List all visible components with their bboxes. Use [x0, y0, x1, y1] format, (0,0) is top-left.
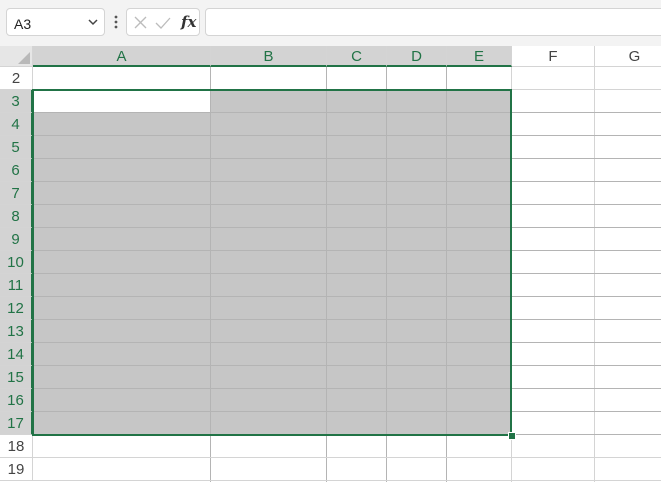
fill-handle[interactable]	[508, 432, 516, 440]
row-header-9[interactable]: 9	[0, 228, 33, 251]
column-header-b[interactable]: B	[211, 46, 327, 67]
spreadsheet-app: A3 fx ABCDEFG 2 3 4 5 6 7 8 9 10 11 12 13	[0, 0, 661, 482]
column-header-f[interactable]: F	[512, 46, 595, 67]
name-box-value: A3	[14, 16, 32, 32]
row-header-6[interactable]: 6	[0, 159, 33, 182]
select-all-icon	[18, 52, 30, 64]
row-header-4[interactable]: 4	[0, 113, 33, 136]
select-all-button[interactable]	[0, 46, 33, 67]
row-header-18[interactable]: 18	[0, 435, 33, 458]
column-header-c[interactable]: C	[327, 46, 387, 67]
row-header-15[interactable]: 15	[0, 366, 33, 389]
checkmark-icon[interactable]	[155, 15, 171, 31]
row-header-10[interactable]: 10	[0, 251, 33, 274]
more-options-icon[interactable]	[112, 13, 120, 31]
formula-bar: A3 fx	[0, 0, 661, 46]
row-header-16[interactable]: 16	[0, 389, 33, 412]
row-header-3[interactable]: 3	[0, 90, 33, 113]
row-header-8[interactable]: 8	[0, 205, 33, 228]
name-box[interactable]: A3	[6, 8, 105, 36]
chevron-down-icon[interactable]	[86, 15, 100, 29]
column-header-e[interactable]: E	[447, 46, 512, 67]
column-header-g[interactable]: G	[595, 46, 661, 67]
insert-function-button[interactable]: fx	[181, 13, 196, 31]
row-header-11[interactable]: 11	[0, 274, 33, 297]
row-header-5[interactable]: 5	[0, 136, 33, 159]
row-header-17[interactable]: 17	[0, 412, 33, 435]
worksheet-grid: ABCDEFG 2 3 4 5 6 7 8 9 10 11 12 13 14 15 16 17 18 19	[0, 46, 661, 482]
column-header-d[interactable]: D	[387, 46, 447, 67]
row-header-2[interactable]: 2	[0, 67, 33, 90]
row-header-14[interactable]: 14	[0, 343, 33, 366]
selection-border	[32, 89, 512, 436]
close-x-icon[interactable]	[133, 15, 149, 31]
cell-area[interactable]	[32, 67, 661, 482]
formula-buttons: fx	[126, 8, 200, 36]
row-header-13[interactable]: 13	[0, 320, 33, 343]
row-header-7[interactable]: 7	[0, 182, 33, 205]
column-header-a[interactable]: A	[33, 46, 211, 67]
row-header-12[interactable]: 12	[0, 297, 33, 320]
row-header-19[interactable]: 19	[0, 458, 33, 481]
formula-input[interactable]	[205, 8, 661, 36]
